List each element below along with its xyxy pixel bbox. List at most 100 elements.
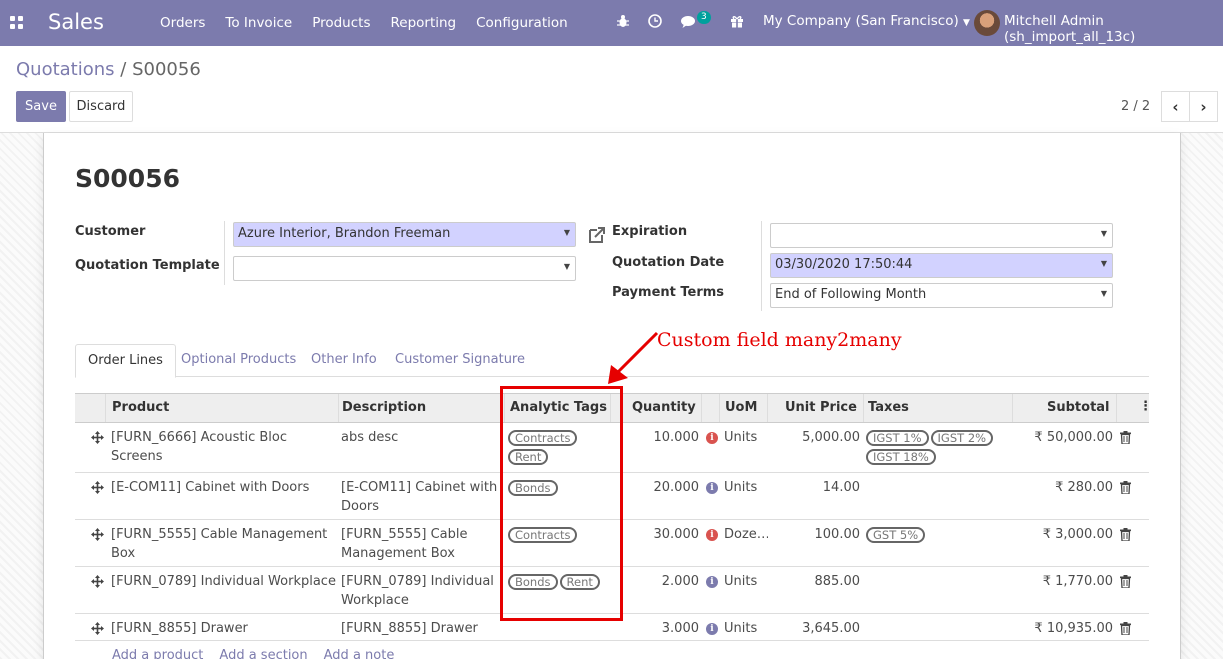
apps-menu-icon[interactable] xyxy=(10,16,23,29)
line-product[interactable]: [FURN_8855] Drawer xyxy=(111,619,339,638)
line-description[interactable]: [FURN_5555] Cable Management Box xyxy=(341,525,501,563)
line-description[interactable]: [FURN_8855] Drawer xyxy=(341,619,501,638)
discard-button[interactable]: Discard xyxy=(69,91,133,122)
line-quantity[interactable]: 10.000 xyxy=(615,428,700,447)
tab-customer-signature[interactable]: Customer Signature xyxy=(383,344,537,377)
trash-icon[interactable] xyxy=(1120,431,1131,444)
add-product-link[interactable]: Add a product xyxy=(112,648,203,659)
line-unit-price[interactable]: 3,645.00 xyxy=(770,619,860,638)
payment-terms-label: Payment Terms xyxy=(612,285,725,300)
line-description[interactable]: [E-COM11] Cabinet with Doors xyxy=(341,478,501,516)
column-uom[interactable]: UoM xyxy=(725,400,757,415)
forecast-info-icon[interactable]: i xyxy=(706,482,718,494)
user-name[interactable]: Mitchell Admin (sh_import_all_13c) xyxy=(1004,13,1223,45)
trash-icon[interactable] xyxy=(1120,622,1131,635)
breadcrumb: Quotations / S00056 xyxy=(16,59,201,80)
line-taxes[interactable]: IGST 1% IGST 2% IGST 18% xyxy=(866,430,1012,468)
trash-icon[interactable] xyxy=(1120,575,1131,588)
line-unit-price[interactable]: 14.00 xyxy=(770,478,860,497)
tax-tag[interactable]: IGST 18% xyxy=(866,449,936,465)
optional-columns-icon[interactable]: ⋮ xyxy=(1139,399,1152,414)
line-product[interactable]: [E-COM11] Cabinet with Doors xyxy=(111,478,339,497)
line-unit-price[interactable]: 5,000.00 xyxy=(770,428,860,447)
main-menu: Orders To Invoice Products Reporting Con… xyxy=(150,15,578,31)
line-taxes[interactable]: GST 5% xyxy=(866,527,1012,546)
quotation-template-label: Quotation Template xyxy=(75,258,220,273)
line-uom[interactable]: Units xyxy=(724,478,768,497)
line-description[interactable]: abs desc xyxy=(341,428,501,447)
trash-icon[interactable] xyxy=(1120,528,1131,541)
chevron-right-icon: › xyxy=(1200,97,1207,116)
line-subtotal: ₹ 10,935.00 xyxy=(1034,621,1113,636)
line-quantity[interactable]: 2.000 xyxy=(615,572,699,591)
line-description[interactable]: [FURN_0789] Individual Workplace xyxy=(341,572,501,610)
line-product[interactable]: [FURN_6666] Acoustic Bloc Screens xyxy=(111,428,339,466)
forecast-info-icon[interactable]: i xyxy=(706,623,718,635)
drag-handle-icon[interactable] xyxy=(91,528,104,541)
breadcrumb-parent[interactable]: Quotations xyxy=(16,59,115,80)
chat-icon[interactable] xyxy=(681,15,698,29)
line-unit-price[interactable]: 100.00 xyxy=(770,525,861,544)
tab-other-info[interactable]: Other Info xyxy=(299,344,389,377)
line-uom[interactable]: Units xyxy=(724,572,768,591)
column-product[interactable]: Product xyxy=(112,400,169,415)
expiration-field[interactable]: ▼ xyxy=(770,223,1113,248)
line-unit-price[interactable]: 885.00 xyxy=(770,572,861,591)
company-switcher[interactable]: My Company (San Francisco) ▼ xyxy=(763,13,970,29)
trash-icon[interactable] xyxy=(1120,481,1131,494)
column-subtotal[interactable]: Subtotal xyxy=(1047,400,1110,415)
drag-handle-icon[interactable] xyxy=(91,575,104,588)
line-uom[interactable]: Doze… xyxy=(724,525,768,544)
pager-previous-button[interactable]: ‹ xyxy=(1161,91,1190,122)
menu-reporting[interactable]: Reporting xyxy=(390,15,456,31)
drag-handle-icon[interactable] xyxy=(91,622,104,635)
quotation-date-field[interactable]: 03/30/2020 17:50:44 ▼ xyxy=(770,253,1113,278)
drag-handle-icon[interactable] xyxy=(91,481,104,494)
tax-tag[interactable]: IGST 1% xyxy=(866,430,929,446)
menu-to-invoice[interactable]: To Invoice xyxy=(225,15,292,31)
drag-handle-icon[interactable] xyxy=(91,431,104,444)
quotation-template-field[interactable]: ▼ xyxy=(233,256,576,281)
add-section-link[interactable]: Add a section xyxy=(219,648,307,659)
field-separator xyxy=(224,221,225,285)
dropdown-caret-icon: ▼ xyxy=(563,262,570,271)
tax-tag[interactable]: IGST 2% xyxy=(930,430,994,446)
tab-optional-products[interactable]: Optional Products xyxy=(169,344,308,377)
add-note-link[interactable]: Add a note xyxy=(324,648,395,659)
line-quantity[interactable]: 3.000 xyxy=(615,619,699,638)
column-description[interactable]: Description xyxy=(342,400,426,415)
annotation-arrow-icon xyxy=(608,331,659,384)
line-product[interactable]: [FURN_5555] Cable Management Box xyxy=(111,525,339,563)
forecast-info-icon[interactable]: i xyxy=(706,432,718,444)
column-taxes[interactable]: Taxes xyxy=(868,400,909,415)
line-uom[interactable]: Units xyxy=(724,619,768,638)
breadcrumb-current: S00056 xyxy=(132,59,201,80)
breadcrumb-separator: / xyxy=(120,59,127,80)
bug-icon[interactable] xyxy=(617,14,629,28)
tab-order-lines[interactable]: Order Lines xyxy=(75,344,176,378)
external-link-icon[interactable] xyxy=(587,225,607,245)
column-unit-price[interactable]: Unit Price xyxy=(785,400,857,415)
forecast-info-icon[interactable]: i xyxy=(706,529,718,541)
caret-down-icon: ▼ xyxy=(963,18,970,28)
add-line-links: Add a product Add a section Add a note xyxy=(112,648,410,659)
menu-configuration[interactable]: Configuration xyxy=(476,15,568,31)
tax-tag[interactable]: GST 5% xyxy=(866,527,926,543)
line-uom[interactable]: Units xyxy=(724,428,768,447)
column-separator xyxy=(701,394,702,422)
menu-products[interactable]: Products xyxy=(312,15,370,31)
app-brand[interactable]: Sales xyxy=(48,10,104,34)
activity-clock-icon[interactable] xyxy=(648,14,662,28)
customer-field[interactable]: Azure Interior, Brandon Freeman ▼ xyxy=(233,222,576,247)
column-quantity[interactable]: Quantity xyxy=(632,400,696,415)
line-product[interactable]: [FURN_0789] Individual Workplace xyxy=(111,572,339,591)
menu-orders[interactable]: Orders xyxy=(160,15,205,31)
save-button[interactable]: Save xyxy=(16,91,66,122)
forecast-info-icon[interactable]: i xyxy=(706,576,718,588)
pager-next-button[interactable]: › xyxy=(1189,91,1218,122)
line-quantity[interactable]: 20.000 xyxy=(615,478,700,497)
line-quantity[interactable]: 30.000 xyxy=(615,525,700,544)
user-avatar[interactable] xyxy=(974,10,1000,36)
gift-icon[interactable] xyxy=(730,14,744,28)
payment-terms-field[interactable]: End of Following Month ▼ xyxy=(770,283,1113,308)
